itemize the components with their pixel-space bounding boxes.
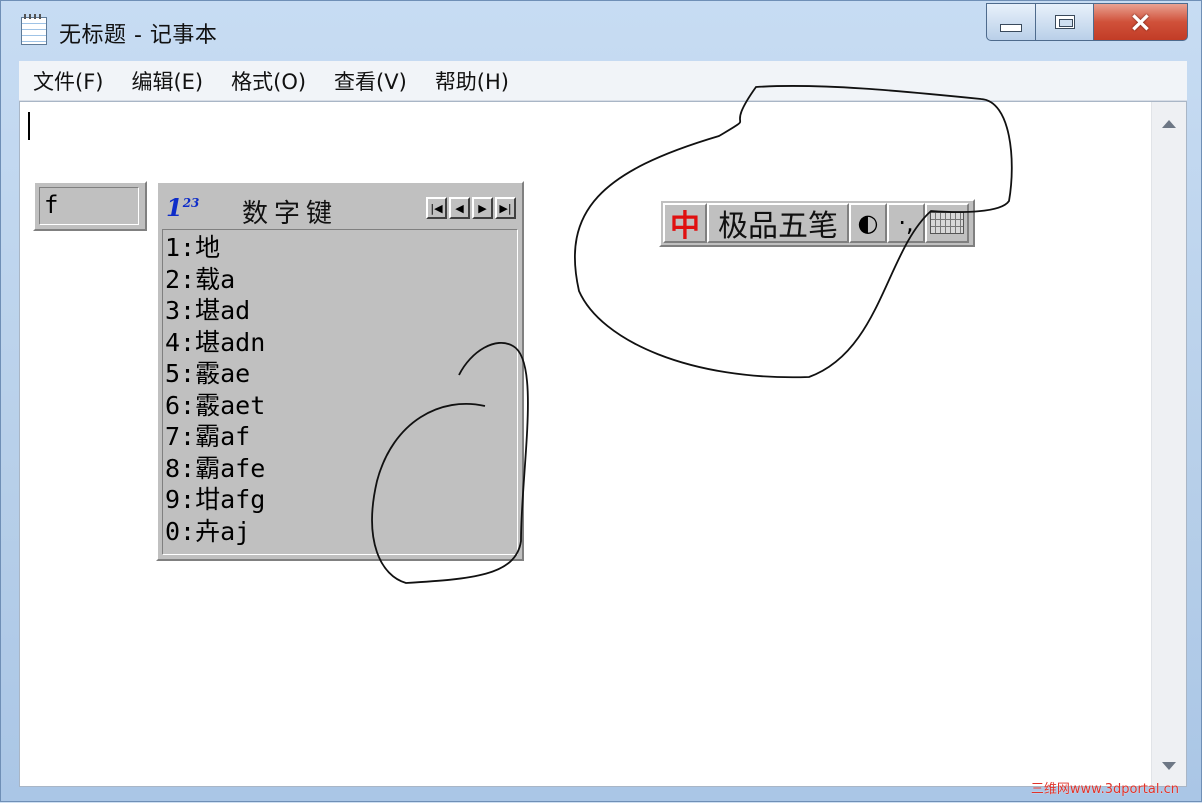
menu-format[interactable]: 格式(O) <box>217 66 320 96</box>
logo-main: 1 <box>166 193 183 222</box>
close-icon: × <box>1128 5 1153 38</box>
menu-help[interactable]: 帮助(H) <box>421 66 523 96</box>
ime-name-button[interactable]: 极品五笔 <box>707 203 849 244</box>
title-bar[interactable]: 无标题 - 记事本 × <box>1 1 1201 59</box>
candidate-list: 1:地 2:载a 3:堪ad 4:堪adn 5:霰ae 6:霰aet 7:霸af… <box>162 229 518 555</box>
candidate-header: 123 数字键 |◀ ◀ ▶ ▶| <box>162 187 518 229</box>
half-width-toggle[interactable]: ◐ <box>849 203 887 243</box>
candidate-item[interactable]: 4:堪adn <box>163 327 517 359</box>
ime-composition-box: f <box>33 181 147 231</box>
text-caret <box>28 112 30 140</box>
first-page-button[interactable]: |◀ <box>426 197 447 219</box>
next-page-button[interactable]: ▶ <box>472 197 493 219</box>
notepad-icon[interactable] <box>21 14 47 45</box>
scroll-up-icon[interactable] <box>1162 120 1176 128</box>
ime-composition-text: f <box>39 187 139 225</box>
ime-candidate-window: 123 数字键 |◀ ◀ ▶ ▶| 1:地 2:载a 3:堪ad 4:堪adn … <box>156 181 524 561</box>
minimize-icon <box>1000 24 1022 32</box>
candidate-item[interactable]: 3:堪ad <box>163 295 517 327</box>
keyboard-icon <box>930 212 964 234</box>
watermark: 三维网www.3dportal.cn <box>1030 782 1179 797</box>
candidate-title: 数字键 <box>242 199 339 229</box>
maximize-icon <box>1054 15 1075 29</box>
numeric-keys-icon: 123 <box>166 193 199 222</box>
last-page-button[interactable]: ▶| <box>495 197 516 219</box>
candidate-pager: |◀ ◀ ▶ ▶| <box>426 197 516 219</box>
minimize-button[interactable] <box>986 3 1036 41</box>
window-title: 无标题 - 记事本 <box>59 23 218 48</box>
punctuation-toggle[interactable]: ·, <box>887 203 925 243</box>
candidate-item[interactable]: 2:载a <box>163 264 517 296</box>
candidate-item[interactable]: 8:霸afe <box>163 453 517 485</box>
candidate-item[interactable]: 6:霰aet <box>163 390 517 422</box>
candidate-item[interactable]: 7:霸af <box>163 421 517 453</box>
vertical-scrollbar[interactable] <box>1151 102 1186 786</box>
candidate-item[interactable]: 1:地 <box>163 232 517 264</box>
candidate-item[interactable]: 9:坩afg <box>163 484 517 516</box>
chinese-mode-toggle[interactable]: 中 <box>663 203 707 244</box>
notepad-window: 无标题 - 记事本 × 文件(F) 编辑(E) 格式(O) 查看(V) 帮助(H… <box>0 0 1202 802</box>
menu-bar: 文件(F) 编辑(E) 格式(O) 查看(V) 帮助(H) <box>19 61 1187 101</box>
logo-sup: 23 <box>182 196 200 210</box>
menu-view[interactable]: 查看(V) <box>320 66 421 96</box>
prev-page-button[interactable]: ◀ <box>449 197 470 219</box>
soft-keyboard-button[interactable] <box>925 203 969 243</box>
maximize-button[interactable] <box>1036 3 1094 41</box>
menu-edit[interactable]: 编辑(E) <box>117 66 217 96</box>
scroll-down-icon[interactable] <box>1162 762 1176 770</box>
candidate-item[interactable]: 5:霰ae <box>163 358 517 390</box>
menu-file[interactable]: 文件(F) <box>19 66 117 96</box>
close-button[interactable]: × <box>1094 3 1188 41</box>
ime-status-bar: 中 极品五笔 ◐ ·, <box>659 199 975 247</box>
candidate-item[interactable]: 0:卉aj <box>163 516 517 548</box>
